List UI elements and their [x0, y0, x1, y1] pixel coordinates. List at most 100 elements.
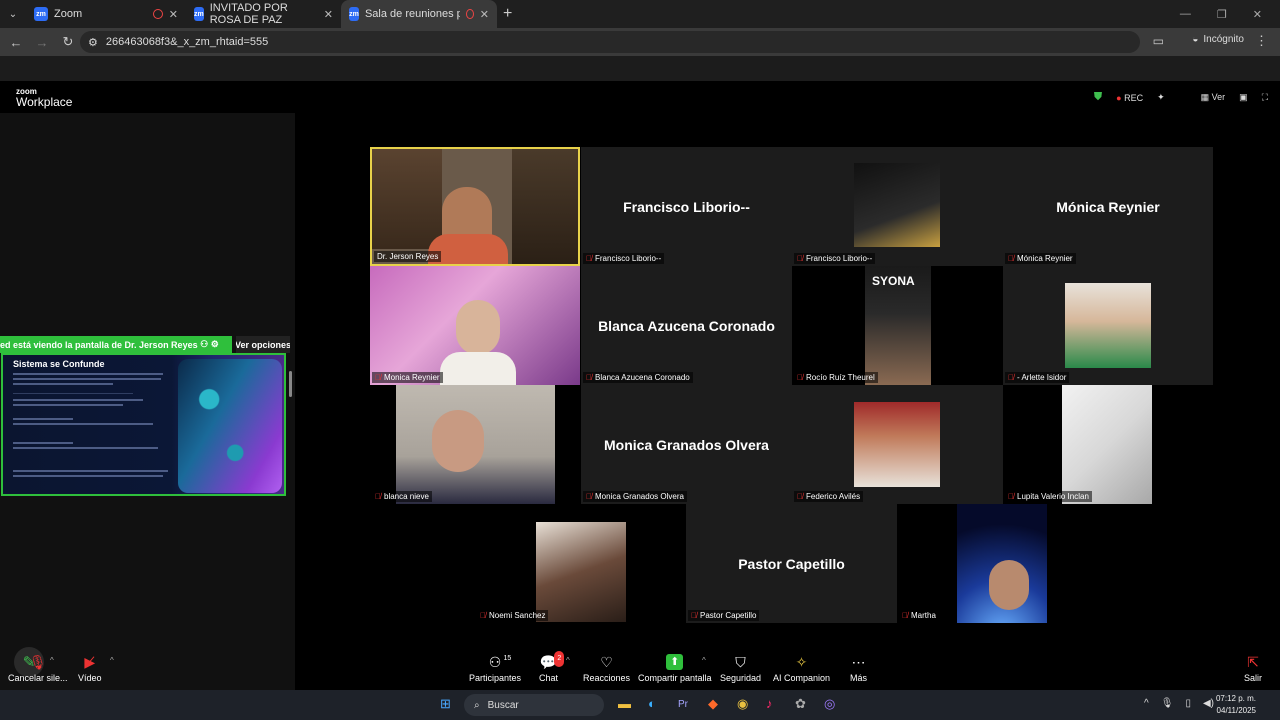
video-tile-federico[interactable]: 🎙̸ Federico Avilés	[792, 385, 1003, 504]
participant-name: 🎙̸ Mónica Reynier	[1005, 253, 1076, 264]
video-tile-martha[interactable]: 🎙̸ Martha	[897, 504, 1108, 623]
new-tab-icon[interactable]: +	[503, 5, 512, 23]
unmute-button[interactable]: 🎙 Cancelar sile...	[8, 654, 68, 683]
ai-sparkle-icon[interactable]: ✦	[1157, 92, 1165, 103]
zoom-favicon-icon: zm	[34, 7, 48, 21]
url-input[interactable]: ⚙ 266463068f3&_x_zm_rhtaid=555	[80, 31, 1140, 53]
close-icon[interactable]: ✕	[169, 8, 178, 21]
ai-companion-button[interactable]: ✧ AI Companion	[773, 654, 830, 683]
edge-icon[interactable]: ◐	[648, 696, 656, 711]
pip-icon[interactable]: ▣	[1239, 92, 1248, 103]
share-options-chevron-icon[interactable]: ^	[702, 656, 706, 665]
participant-label: Monica Reynier	[384, 373, 440, 382]
view-options-button[interactable]: Ver opciones	[236, 336, 290, 353]
video-tile-monica-reynier[interactable]: Mónica Reynier 🎙̸ Mónica Reynier	[1003, 147, 1213, 266]
slide-title: Sistema se Confunde	[13, 359, 105, 369]
shared-screen[interactable]: Sistema se Confunde	[1, 353, 286, 496]
window-close-icon[interactable]: ✕	[1253, 8, 1262, 21]
mic-muted-icon: 🎙̸	[375, 492, 381, 501]
mic-muted-icon: 🎙̸	[375, 373, 381, 382]
video-options-chevron-icon[interactable]: ^	[110, 656, 114, 665]
app-icon[interactable]: ◎	[824, 696, 835, 712]
more-button[interactable]: ⋯ Más	[850, 654, 867, 683]
tab-invitado[interactable]: zm INVITADO POR ROSA DE PAZ ✕	[186, 0, 341, 28]
maximize-icon[interactable]: ❐	[1217, 8, 1227, 21]
encryption-shield-icon[interactable]: ⛊	[1094, 91, 1102, 104]
participant-name: Dr. Jerson Reyes	[374, 251, 442, 262]
participant-name: 🎙̸ Blanca Azucena Coronado	[583, 372, 693, 383]
forward-icon[interactable]: →	[30, 35, 54, 50]
panel-resize-handle[interactable]	[289, 371, 292, 397]
logo-bottom: Workplace	[16, 95, 73, 109]
sparkle-icon: ✧	[795, 654, 808, 670]
tab-search-icon[interactable]: ⌄	[0, 0, 26, 28]
back-icon[interactable]: ←	[4, 35, 28, 50]
tray-chevron-icon[interactable]: ^	[1144, 698, 1149, 709]
close-icon[interactable]: ✕	[480, 8, 489, 21]
tab-sala[interactable]: zm Sala de reuniones personal ✕	[341, 0, 497, 28]
participant-label: Monica Granados Olvera	[595, 492, 684, 501]
audio-options-chevron-icon[interactable]: ^	[50, 656, 54, 665]
minimize-icon[interactable]: —	[1180, 8, 1191, 20]
taskbar-search[interactable]: ⌕ Buscar	[464, 694, 604, 716]
video-tile-rocio[interactable]: SYONA 🎙̸ Rocío Ruíz Theurel	[792, 266, 1003, 385]
participant-label: Federico Avilés	[806, 492, 861, 501]
mic-muted-icon: 🎙̸	[1008, 254, 1014, 263]
premiere-icon[interactable]: Pr	[678, 699, 688, 710]
video-tile-arlette[interactable]: 🎙̸ - Arlette Isidor	[1003, 266, 1213, 385]
video-button[interactable]: ▶̸ Vídeo	[78, 654, 102, 683]
brave-icon[interactable]: ◆	[708, 696, 718, 712]
network-icon[interactable]: ▯	[1185, 698, 1191, 709]
video-tile-lupita[interactable]: 🎙̸ Lupita Valerio Inclan	[1003, 385, 1213, 504]
video-tile-monica-reynier-cam[interactable]: 🎙̸ Monica Reynier	[370, 266, 580, 385]
video-tile-jerson[interactable]: Dr. Jerson Reyes	[370, 147, 580, 266]
fullscreen-icon[interactable]: ⛶	[1262, 92, 1268, 103]
recording-icon	[466, 9, 474, 19]
reactions-button[interactable]: ♡ Reacciones	[583, 654, 630, 683]
video-tile-francisco-photo[interactable]: 🎙̸ Francisco Liborio--	[792, 147, 1003, 266]
leave-label: Salir	[1244, 673, 1263, 683]
reload-icon[interactable]: ↻	[56, 34, 80, 50]
tiktok-icon[interactable]: ♪	[766, 696, 773, 711]
incognito-indicator[interactable]: ◒ Incógnito	[1192, 34, 1244, 45]
volume-icon[interactable]: ◀)	[1203, 698, 1214, 709]
site-info-icon[interactable]: ⚙	[88, 36, 98, 49]
mic-tray-icon[interactable]: 🎙	[1161, 698, 1174, 709]
participant-big-name: Monica Granados Olvera	[604, 436, 769, 453]
page-top-strip	[0, 56, 1280, 81]
clock[interactable]: 07:12 p. m. 04/11/2025	[1216, 693, 1256, 717]
view-button[interactable]: ▦ Ver	[1201, 92, 1226, 103]
chat-options-chevron-icon[interactable]: ^	[566, 656, 570, 665]
chrome-icon[interactable]: ◉	[737, 696, 748, 712]
participants-count: 15	[503, 655, 512, 662]
chat-button[interactable]: 💬 2 Chat	[539, 651, 565, 683]
video-tile-blanca-azucena[interactable]: Blanca Azucena Coronado 🎙̸ Blanca Azucena…	[581, 266, 792, 385]
participants-button[interactable]: ⚇ 15 Participantes	[469, 654, 521, 683]
video-tile-monica-granados[interactable]: Monica Granados Olvera 🎙̸ Monica Granados…	[581, 385, 792, 504]
slide-text-line	[13, 399, 143, 401]
slide-text-line	[13, 418, 73, 420]
participant-name: 🎙̸ Francisco Liborio--	[583, 253, 665, 264]
share-screen-button[interactable]: ⬆ Compartir pantalla	[638, 654, 712, 683]
video-tile-pastor[interactable]: Pastor Capetillo 🎙̸ Pastor Capetillo	[686, 504, 897, 623]
reactions-label: Reacciones	[583, 673, 631, 683]
recording-indicator[interactable]: ● REC	[1116, 93, 1143, 103]
chatgpt-icon[interactable]: ✿	[795, 696, 806, 712]
video-tile-noemi[interactable]: 🎙̸ Noemi Sanchez	[475, 504, 686, 623]
reading-mode-icon[interactable]: ▭	[1153, 34, 1164, 48]
file-explorer-icon[interactable]: ▬	[618, 696, 631, 711]
person-face	[989, 560, 1029, 610]
meeting-top-controls: ⛊ ● REC ✦ ▦ Ver ▣ ⛶	[1094, 91, 1268, 104]
security-button[interactable]: ⛉ Seguridad	[720, 654, 761, 683]
video-tile-blanca-nieve[interactable]: 🎙̸ blanca nieve	[370, 385, 580, 504]
tab-zoom[interactable]: zm Zoom ✕	[26, 0, 186, 28]
share-settings-icon[interactable]: ⚙	[211, 339, 219, 350]
close-icon[interactable]: ✕	[324, 8, 333, 21]
video-tile-francisco[interactable]: Francisco Liborio-- 🎙̸ Francisco Liborio-…	[581, 147, 792, 266]
start-icon[interactable]: ⊞	[440, 696, 451, 712]
camera-feed	[536, 522, 626, 622]
leave-button[interactable]: ⇱ Salir	[1244, 654, 1262, 683]
browser-menu-icon[interactable]: ⋮	[1255, 33, 1268, 49]
clock-time: 07:12 p. m.	[1215, 694, 1256, 703]
slide-divider	[13, 393, 133, 394]
